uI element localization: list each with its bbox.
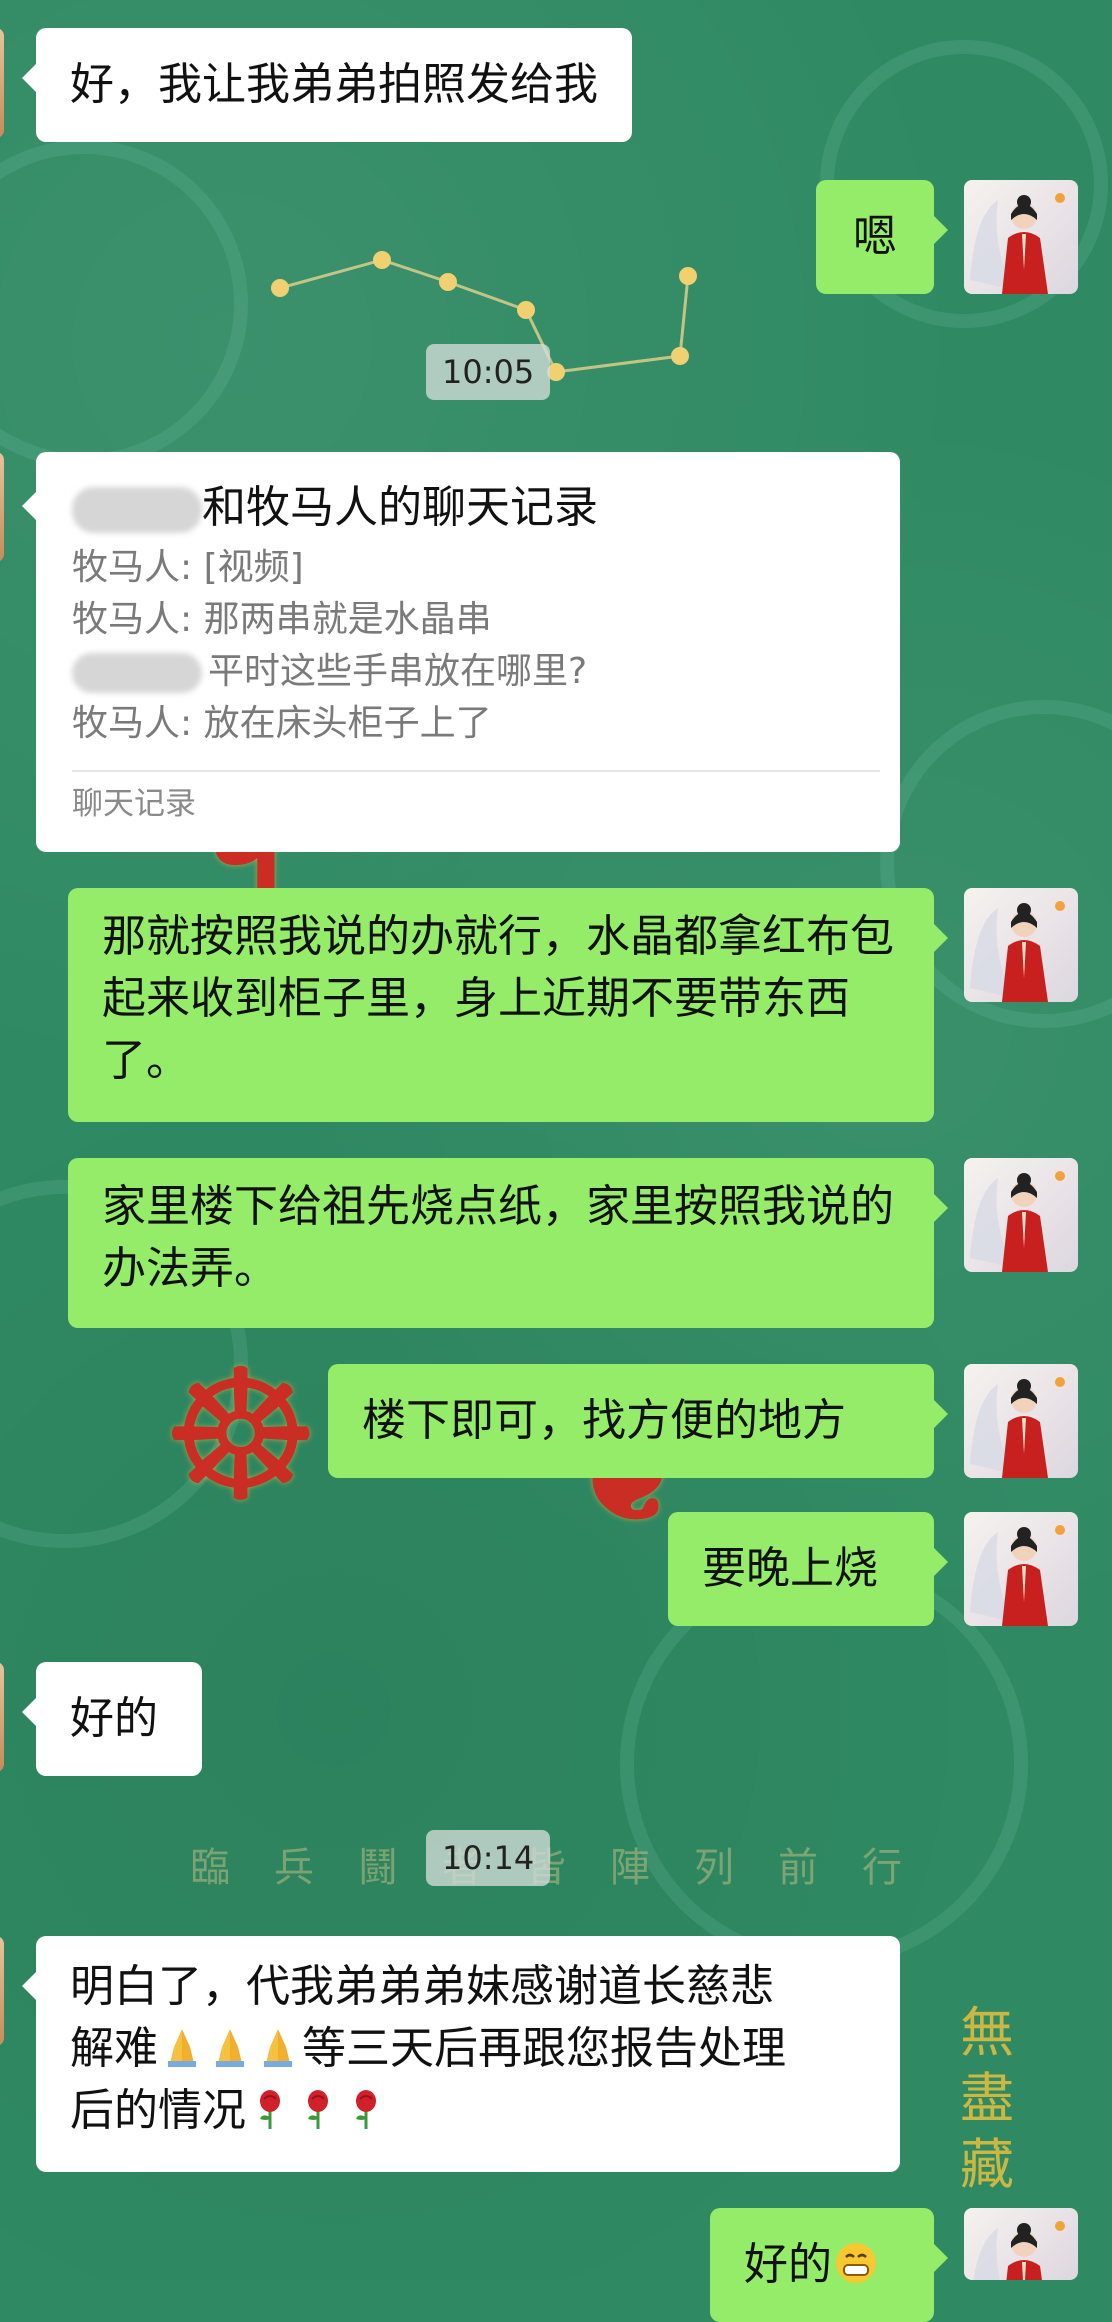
my-avatar[interactable] [964,1512,1078,1626]
folded-hands-emoji [264,2029,292,2067]
chat-record-line: 平时这些手串放在哪里? [72,646,870,698]
chat-record-line: 牧马人: [视频] [72,542,870,594]
message-text: 等三天后再跟您报告处理 [302,2023,786,2074]
message-bubble-outgoing[interactable]: 家里楼下给祖先烧点纸，家里按照我说的办法弄。 [68,1158,948,1328]
wallpaper-poem: 臨兵鬪者皆陣列前行 [190,1845,946,1891]
message-bubble-incoming[interactable]: 好，我让我弟弟拍照发给我 [22,28,632,142]
chat-record-title-text: 和牧马人的聊天记录 [202,482,598,533]
chat-record-content: 平时这些手串放在哪里? [208,651,588,692]
message-text: 家里楼下给祖先烧点纸，家里按照我说的办法弄。 [102,1181,894,1294]
my-avatar[interactable] [964,888,1078,1002]
chat-record-separator: : [180,599,204,640]
rose-emoji [260,2090,280,2129]
message-text: 嗯 [853,211,897,262]
message-bubble-outgoing[interactable]: 楼下即可，找方便的地方 [328,1364,948,1478]
chat-record-card[interactable]: 和牧马人的聊天记录 牧马人: [视频] 牧马人: 那两串就是水晶串 平时这些手串… [22,452,900,852]
wallpaper-red-ornament: ☸ [160,1330,322,1541]
chat-record-separator: : [180,547,204,588]
chat-record-title: 和牧马人的聊天记录 [72,478,870,538]
message-text: 好的 [744,2239,832,2290]
chat-record-content: 放在床头柜子上了 [203,703,492,744]
timestamp-text: 10:14 [442,1839,535,1877]
my-avatar[interactable] [964,1364,1078,1478]
my-avatar[interactable] [964,180,1078,294]
wallpaper-seal: 無盡藏 [960,2001,1014,2196]
chat-record-sender: 牧马人 [72,703,181,744]
folded-hands-emoji [168,2029,196,2067]
message-bubble-outgoing[interactable]: 那就按照我说的办就行，水晶都拿红布包起来收到柜子里，身上近期不要带东西了。 [68,888,948,1122]
chat-record-sender: 牧马人 [72,547,181,588]
timestamp-text: 10:05 [442,353,535,391]
message-text: 那就按照我说的办就行，水晶都拿红布包起来收到柜子里，身上近期不要带东西了。 [102,911,894,1086]
grinning-emoji [836,2243,876,2283]
chat-record-footer: 聊天记录 [72,786,196,822]
timestamp: 10:05 [426,344,551,400]
redacted-name [72,487,202,533]
redacted-name [72,653,202,693]
my-avatar[interactable] [964,2208,1078,2280]
contact-avatar[interactable] [0,1662,4,1772]
folded-hands-emoji [216,2029,244,2067]
message-text: 好，我让我弟弟拍照发给我 [70,59,598,110]
timestamp: 10:14 [426,1830,551,1886]
contact-avatar[interactable] [0,452,4,562]
message-bubble-incoming[interactable]: 好的 [22,1662,202,1776]
message-text: 要晚上烧 [702,1543,878,1594]
chat-record-line: 牧马人: 放在床头柜子上了 [72,698,870,750]
message-text: 好的 [70,1693,158,1744]
chat-record-content: 那两串就是水晶串 [203,599,492,640]
message-bubble-outgoing[interactable]: 嗯 [816,180,948,294]
chat-record-sender: 牧马人 [72,599,181,640]
message-bubble-outgoing[interactable]: 要晚上烧 [668,1512,948,1626]
message-bubble-incoming[interactable]: 明白了，代我弟弟弟妹感谢道长慈悲 解难 等三天后再跟您报告处理 后的情况 [22,1936,900,2172]
chat-record-separator: : [180,703,204,744]
message-text: 明白了，代我弟弟弟妹感谢道长慈悲 [70,1961,774,2012]
message-text: 解难 [70,2023,158,2074]
rose-emoji [356,2090,376,2129]
message-text: 楼下即可，找方便的地方 [362,1395,846,1446]
chat-record-line: 牧马人: 那两串就是水晶串 [72,594,870,646]
chat-record-content: [视频] [203,547,304,588]
message-text: 后的情况 [70,2085,246,2136]
contact-avatar[interactable] [0,28,4,138]
my-avatar[interactable] [964,1158,1078,1272]
contact-avatar[interactable] [0,1936,4,2046]
rose-emoji [308,2090,328,2129]
message-bubble-outgoing[interactable]: 好的 [710,2208,948,2322]
